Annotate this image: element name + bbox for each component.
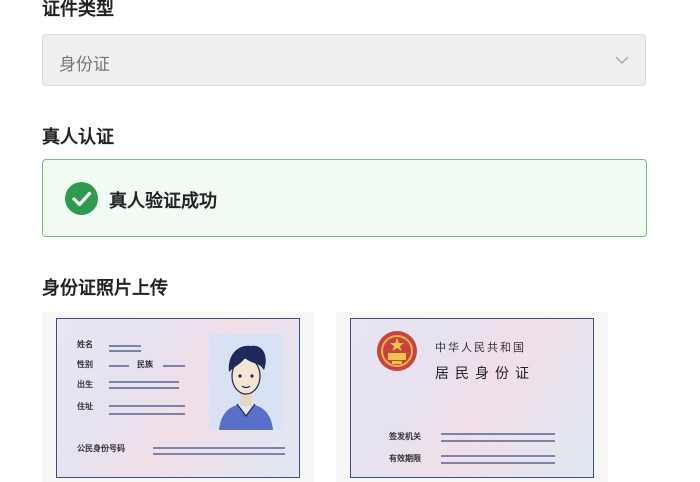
id-card-back-upload[interactable]: 中华人民共和国 居民身份证 签发机关 有效期限 [336, 312, 608, 482]
field-line [109, 381, 179, 383]
field-line [109, 365, 129, 367]
field-line [109, 405, 185, 407]
id-photo-placeholder [209, 334, 283, 430]
verification-label: 真人认证 [42, 127, 114, 148]
national-emblem-icon [377, 331, 417, 371]
field-gender-label: 性别 [77, 360, 93, 369]
field-name-label: 姓名 [77, 340, 93, 349]
field-address-label: 住址 [77, 402, 93, 411]
card-type-title: 居民身份证 [435, 366, 535, 382]
card-country-title: 中华人民共和国 [435, 341, 526, 354]
field-line [441, 455, 555, 457]
id-type-selected-value: 身份证 [59, 55, 110, 75]
id-card-front-upload[interactable]: 姓名 性别 民族 出生 住址 公民身份号码 [42, 312, 314, 482]
check-circle-icon [65, 182, 98, 215]
field-line [109, 350, 141, 352]
field-validity-label: 有效期限 [389, 454, 421, 463]
field-line [441, 462, 555, 464]
id-card-front-image: 姓名 性别 民族 出生 住址 公民身份号码 [56, 318, 300, 478]
field-line [153, 453, 285, 455]
field-id-number-label: 公民身份号码 [77, 444, 125, 453]
field-line [441, 440, 555, 442]
verification-status-box: 真人验证成功 [42, 159, 647, 237]
id-photo-upload-label: 身份证照片上传 [42, 278, 168, 299]
field-line [163, 365, 185, 367]
field-line [109, 413, 185, 415]
chevron-down-icon [615, 56, 629, 65]
field-ethnicity-label: 民族 [137, 360, 153, 369]
person-avatar-icon [219, 345, 273, 430]
field-line [441, 433, 555, 435]
field-issuer-label: 签发机关 [389, 432, 421, 441]
verification-status-text: 真人验证成功 [109, 191, 217, 212]
id-card-back-image: 中华人民共和国 居民身份证 签发机关 有效期限 [350, 318, 594, 478]
field-birth-label: 出生 [77, 380, 93, 389]
id-type-label: 证件类型 [42, 0, 114, 20]
field-line [109, 387, 179, 389]
field-line [109, 345, 141, 347]
field-line [153, 447, 285, 449]
id-type-select[interactable]: 身份证 [42, 34, 646, 86]
